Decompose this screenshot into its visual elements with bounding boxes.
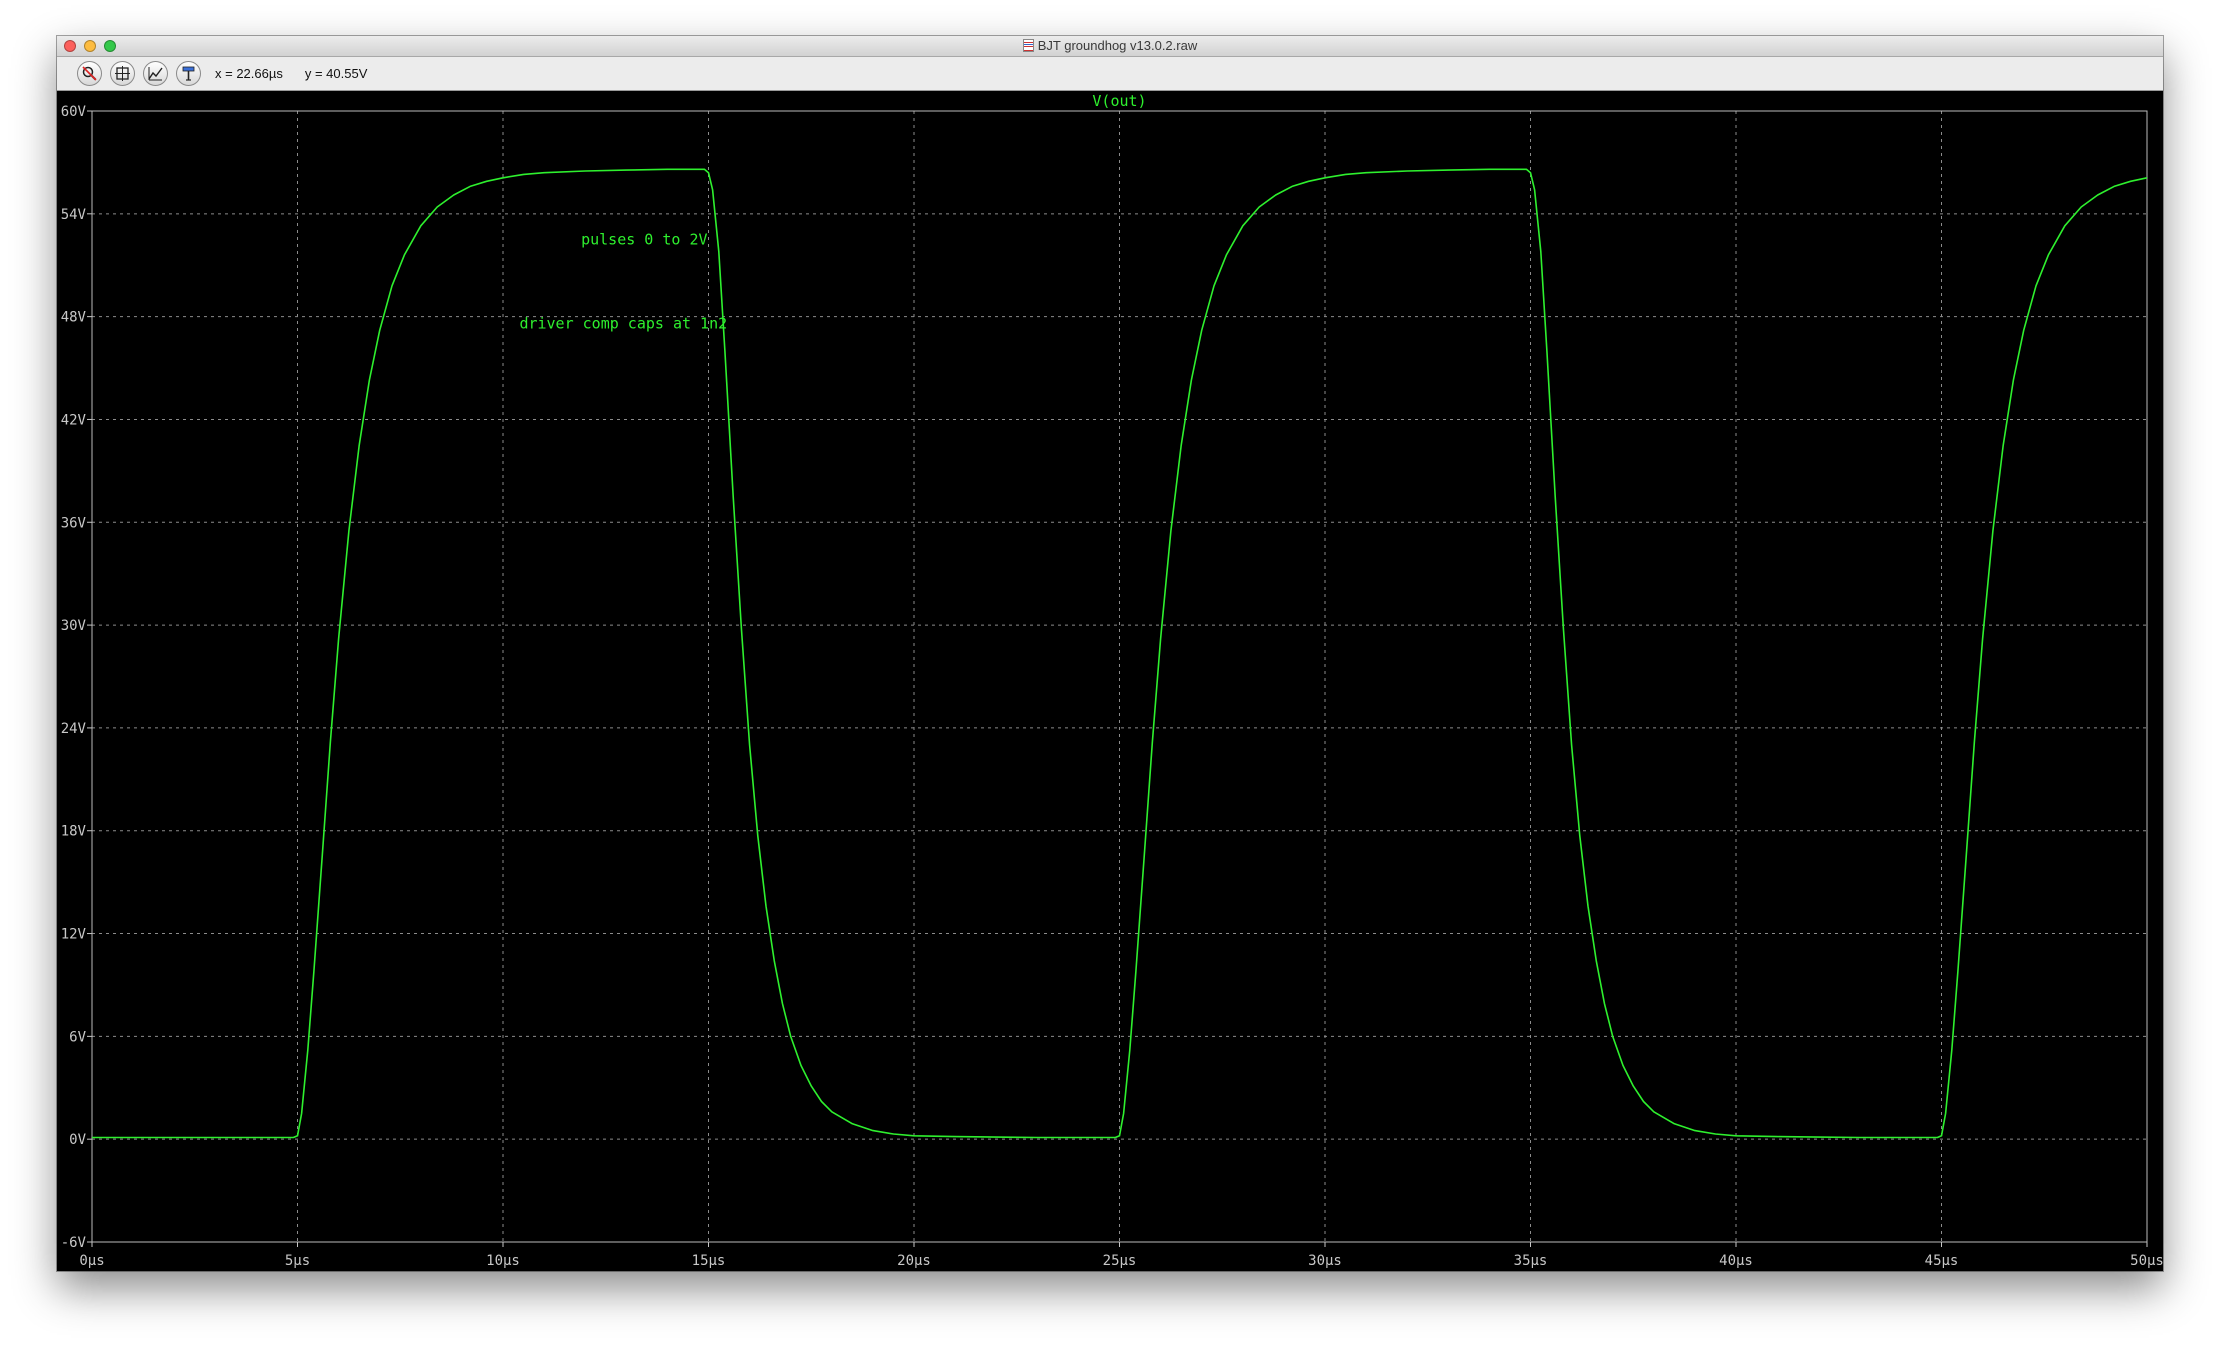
- y-tick-label: 12V: [61, 927, 87, 943]
- probe-icon: [182, 66, 195, 81]
- autorange-icon: [115, 66, 130, 81]
- x-tick-label: 20µs: [897, 1253, 931, 1269]
- y-tick-label: 6V: [69, 1029, 86, 1045]
- x-tick-label: 35µs: [1514, 1253, 1548, 1269]
- plot-pane[interactable]: 0µs 5µs 10µs 15µs 20µs 25µs 30µs 35µs 40µs 45µs 50…: [57, 91, 2163, 1271]
- x-tick-label: 15µs: [692, 1253, 726, 1269]
- y-tick-label: 54V: [61, 207, 87, 223]
- plot-annotation[interactable]: pulses 0 to 2V: [581, 231, 707, 249]
- y-tick-label: 24V: [61, 721, 87, 737]
- x-tick-label: 25µs: [1103, 1253, 1137, 1269]
- zoom-fit-button[interactable]: [143, 61, 168, 86]
- y-tick-label: 0V: [69, 1132, 86, 1148]
- probe-button[interactable]: [176, 61, 201, 86]
- plot-annotation[interactable]: driver comp caps at 1n2: [519, 315, 727, 333]
- autorange-button[interactable]: [110, 61, 135, 86]
- x-tick-label: 45µs: [1925, 1253, 1959, 1269]
- y-tick-label: 60V: [61, 104, 87, 120]
- zoom-cancel-icon: [82, 66, 97, 81]
- x-tick-label: 50µs: [2130, 1253, 2163, 1269]
- zoom-cancel-button[interactable]: [77, 61, 102, 86]
- y-tick-label: 48V: [61, 310, 87, 326]
- x-tick-label: 10µs: [486, 1253, 520, 1269]
- window-title: BJT groundhog v13.0.2.raw: [1037, 38, 1198, 53]
- x-tick-label: 5µs: [285, 1253, 310, 1269]
- y-tick-label: 36V: [61, 515, 87, 531]
- zoom-fit-icon: [148, 67, 163, 81]
- x-tick-label: 40µs: [1719, 1253, 1753, 1269]
- cursor-x-readout: x = 22.66µs: [215, 66, 283, 81]
- y-tick-label: -6V: [61, 1235, 87, 1251]
- y-tick-label: 42V: [61, 412, 87, 428]
- toolbar: x = 22.66µs y = 40.55V: [57, 57, 2163, 91]
- waveform-window: BJT groundhog v13.0.2.raw x = 22.66µs y …: [57, 36, 2163, 1271]
- x-tick-label: 30µs: [1308, 1253, 1342, 1269]
- y-tick-label: 30V: [61, 618, 87, 634]
- title-bar[interactable]: BJT groundhog v13.0.2.raw: [57, 36, 2163, 57]
- raw-file-icon: [1022, 39, 1034, 52]
- trace-title[interactable]: V(out): [1092, 92, 1146, 110]
- y-tick-label: 18V: [61, 824, 87, 840]
- cursor-y-readout: y = 40.55V: [304, 66, 368, 81]
- window-title-container: BJT groundhog v13.0.2.raw: [57, 38, 2163, 54]
- x-tick-label: 0µs: [79, 1253, 104, 1269]
- waveform-plot[interactable]: 0µs 5µs 10µs 15µs 20µs 25µs 30µs 35µs 40µs 45µs 50…: [57, 91, 2163, 1271]
